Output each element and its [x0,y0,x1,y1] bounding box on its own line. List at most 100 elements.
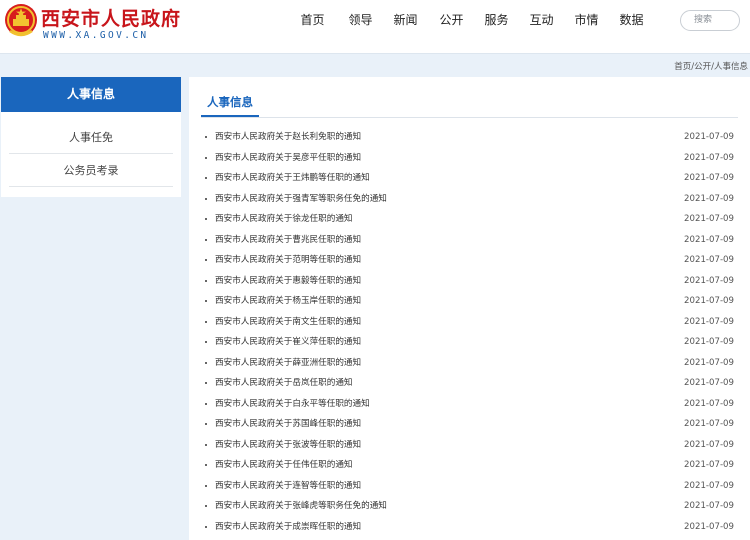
list-item-date: 2021-07-09 [684,296,734,306]
bullet-icon [205,197,207,200]
list-item-date: 2021-07-09 [684,398,734,409]
list-item[interactable]: 西安市人民政府关于吴彦平任职的通知 2021-07-09 [189,148,750,168]
bullet-icon [205,341,207,343]
site-domain: WWW.XA.GOV.CN [43,30,149,41]
main-nav: 首页 领导 新闻 公开 服务 互动 市情 数据 [300,11,644,31]
list-item[interactable]: 西安市人民政府关于连智等任职的通知 2021-07-09 [189,476,750,496]
list-item[interactable]: 西安市人民政府关于赵长利免职的通知 2021-07-09 [189,127,750,147]
sidebar: 人事信息 人事任免 公务员考录 [1,77,181,197]
list-item[interactable]: 西安市人民政府关于白永平等任职的通知 2021-07-09 [189,394,750,414]
list-item[interactable]: 西安市人民政府关于范明等任职的通知 2021-07-09 [189,250,750,270]
list-item-date: 2021-07-09 [684,255,734,265]
list-item-date: 2021-07-09 [684,234,734,245]
breadcrumb: 首页 / 公开 / 人事信息 [674,60,748,72]
list-item-date: 2021-07-09 [684,173,734,183]
list-item-title[interactable]: 西安市人民政府关于徐龙任职的通知 [215,209,353,229]
bullet-icon [205,525,207,528]
list-item[interactable]: 西安市人民政府关于曹兆民任职的通知 2021-07-09 [189,230,750,250]
bullet-icon [205,279,207,282]
list-item-title[interactable]: 西安市人民政府关于成崇晖任职的通知 [215,517,361,537]
sidebar-title[interactable]: 人事信息 [1,77,181,112]
breadcrumb-public[interactable]: 公开 [694,60,711,72]
list-item-title[interactable]: 西安市人民政府关于任伟任职的通知 [215,455,353,475]
list-item-date: 2021-07-09 [684,378,734,388]
list-item[interactable]: 西安市人民政府关于南文生任职的通知 2021-07-09 [189,312,750,332]
nav-home[interactable]: 首页 [300,11,325,31]
list-item-title[interactable]: 西安市人民政府关于南文生任职的通知 [215,312,361,332]
list-item-title[interactable]: 西安市人民政府关于强青军等职务任免的通知 [215,189,387,209]
breadcrumb-home[interactable]: 首页 [674,60,691,72]
bullet-icon [205,136,207,138]
search-button[interactable]: 搜索 [680,10,740,31]
list-item-title[interactable]: 西安市人民政府关于张峰虎等职务任免的通知 [215,496,387,516]
list-item-title[interactable]: 西安市人民政府关于崔义萍任职的通知 [215,332,361,352]
nav-leaders[interactable]: 领导 [348,11,373,31]
list-item[interactable]: 西安市人民政府关于王炜鹏等任职的通知 2021-07-09 [189,168,750,188]
nav-interaction[interactable]: 互动 [529,11,554,31]
list-item-title[interactable]: 西安市人民政府关于苏国峰任职的通知 [215,414,361,434]
bullet-icon [205,464,207,466]
nav-news[interactable]: 新闻 [393,11,418,31]
list-item-title[interactable]: 西安市人民政府关于惠毅等任职的通知 [215,271,361,291]
sidebar-item-personnel-appointment[interactable]: 人事任免 [9,122,173,154]
nav-public[interactable]: 公开 [439,11,464,31]
list-item[interactable]: 西安市人民政府关于苏国峰任职的通知 2021-07-09 [189,414,750,434]
list-item-date: 2021-07-09 [684,419,734,429]
list-item-title[interactable]: 西安市人民政府关于张波等任职的通知 [215,435,361,455]
national-emblem-icon[interactable] [4,3,38,39]
list-item-title[interactable]: 西安市人民政府关于连智等任职的通知 [215,476,361,496]
list-item-title[interactable]: 西安市人民政府关于杨玉岸任职的通知 [215,291,361,311]
list-item-title[interactable]: 西安市人民政府关于范明等任职的通知 [215,250,361,270]
divider [201,117,738,118]
list-item[interactable]: 西安市人民政府关于任伟任职的通知 2021-07-09 [189,455,750,475]
list-item-title[interactable]: 西安市人民政府关于薛亚洲任职的通知 [215,353,361,373]
list-item-date: 2021-07-09 [684,275,734,286]
list-item[interactable]: 西安市人民政府关于徐龙任职的通知 2021-07-09 [189,209,750,229]
tab-personnel-info[interactable]: 人事信息 [201,87,259,117]
bullet-icon [205,259,207,261]
bullet-icon [205,505,207,507]
list-item-title[interactable]: 西安市人民政府关于岳岚任职的通知 [215,373,353,393]
list-item-title[interactable]: 西安市人民政府关于白永平等任职的通知 [215,394,370,414]
bullet-icon [205,156,207,159]
nav-city-info[interactable]: 市情 [574,11,599,31]
list-item-title[interactable]: 西安市人民政府关于吴彦平任职的通知 [215,148,361,168]
list-item-date: 2021-07-09 [684,480,734,491]
list-item-date: 2021-07-09 [684,357,734,368]
list-item[interactable]: 西安市人民政府关于岳岚任职的通知 2021-07-09 [189,373,750,393]
bullet-icon [205,423,207,425]
bullet-icon [205,443,207,446]
list-item[interactable]: 西安市人民政府关于张波等任职的通知 2021-07-09 [189,435,750,455]
bullet-icon [205,361,207,364]
list-item-date: 2021-07-09 [684,214,734,224]
content-panel: 人事信息 西安市人民政府关于赵长利免职的通知 2021-07-09 西安市人民政府关… [189,77,750,540]
list-item[interactable]: 西安市人民政府关于薛亚洲任职的通知 2021-07-09 [189,353,750,373]
list-item-date: 2021-07-09 [684,152,734,163]
nav-services[interactable]: 服务 [484,11,509,31]
list-item-date: 2021-07-09 [684,460,734,470]
site-header: 西安市人民政府 WWW.XA.GOV.CN 首页 领导 新闻 公开 服务 互动 … [0,0,750,54]
list-item-date: 2021-07-09 [684,316,734,327]
list-item-title[interactable]: 西安市人民政府关于赵长利免职的通知 [215,127,361,147]
list-item-date: 2021-07-09 [684,439,734,450]
list-item-title[interactable]: 西安市人民政府关于王炜鹏等任职的通知 [215,168,370,188]
list-item[interactable]: 西安市人民政府关于惠毅等任职的通知 2021-07-09 [189,271,750,291]
list-item-date: 2021-07-09 [684,132,734,142]
list-item[interactable]: 西安市人民政府关于张峰虎等职务任免的通知 2021-07-09 [189,496,750,516]
bullet-icon [205,382,207,384]
list-item[interactable]: 西安市人民政府关于杨玉岸任职的通知 2021-07-09 [189,291,750,311]
list-item-date: 2021-07-09 [684,193,734,204]
nav-data[interactable]: 数据 [619,11,644,31]
bullet-icon [205,177,207,179]
list-item-title[interactable]: 西安市人民政府关于曹兆民任职的通知 [215,230,361,250]
list-item[interactable]: 西安市人民政府关于强青军等职务任免的通知 2021-07-09 [189,189,750,209]
breadcrumb-current: 人事信息 [713,62,748,72]
site-title[interactable]: 西安市人民政府 [41,4,181,31]
bullet-icon [205,300,207,302]
list-item-date: 2021-07-09 [684,501,734,511]
list-item[interactable]: 西安市人民政府关于成崇晖任职的通知 2021-07-09 [189,517,750,537]
list-item[interactable]: 西安市人民政府关于崔义萍任职的通知 2021-07-09 [189,332,750,352]
bullet-icon [205,402,207,405]
list-item-date: 2021-07-09 [684,337,734,347]
sidebar-item-civil-servant-exam[interactable]: 公务员考录 [9,155,173,187]
